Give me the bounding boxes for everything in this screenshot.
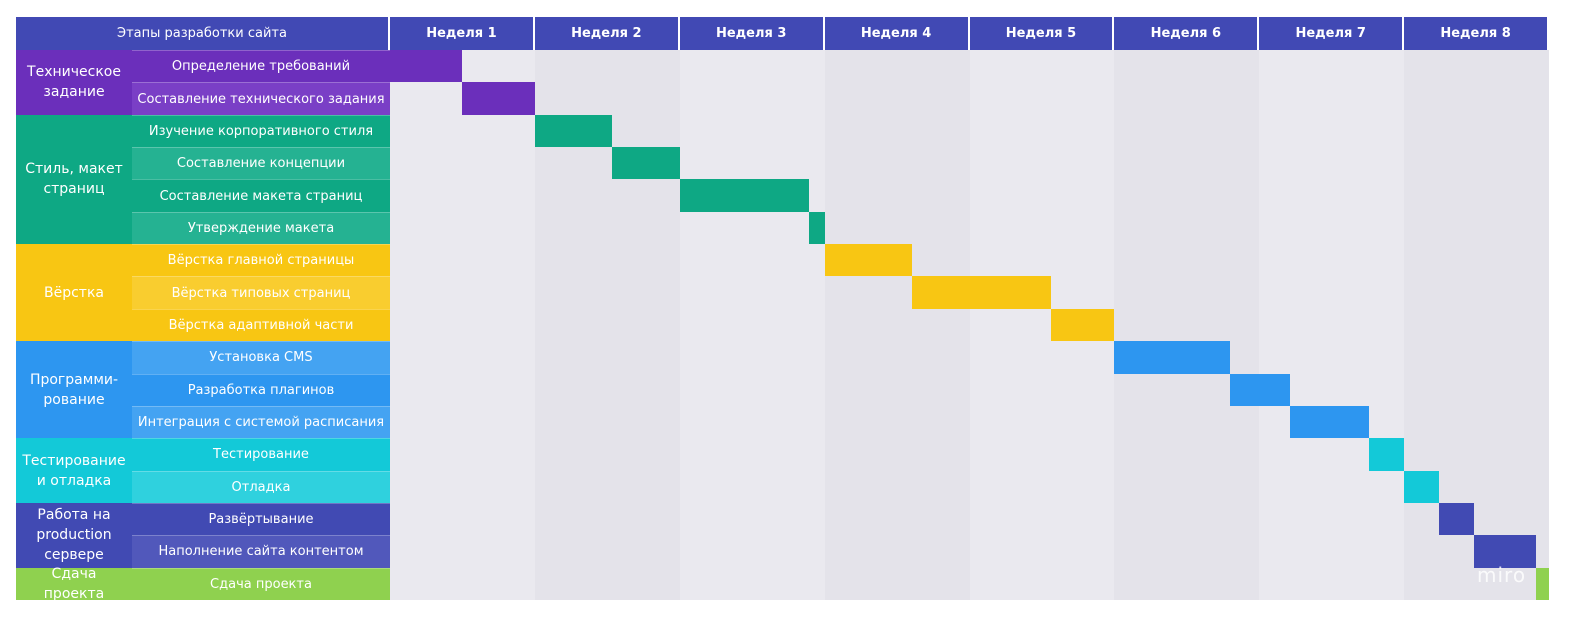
week-column-1 [390,50,535,600]
week-header-5: Неделя 5 [969,17,1115,50]
week-column-7 [1259,50,1405,600]
task-label: Вёрстка главной страницы [132,244,390,277]
week-column-3 [679,50,825,600]
gantt-chart: Этапы разработки сайта Неделя 1 Неделя 2Н… [16,17,1549,602]
group-label: Работа на production сервере [16,502,132,568]
task-bar [1289,405,1370,439]
task-label: Составление концепции [132,147,390,180]
task-label: Установка CMS [132,341,390,374]
group-label: Техническое задание [16,50,132,115]
week-header-3: Неделя 3 [679,17,825,50]
task-label: Изучение корпоративного стиля [132,114,390,148]
group-label: Тестирование и отладка [16,438,132,503]
group-label: Сдача проекта [16,566,132,602]
task-label: Вёрстка адаптивной части [132,308,390,342]
task-label: Интеграция с системой расписания [132,405,390,439]
task-label: Отладка [132,470,390,503]
week-column-8 [1404,50,1549,600]
group-label: Программи-рование [16,341,132,439]
task-label: Определение требований [132,50,390,83]
task-bar [462,82,535,115]
miro-watermark: miro [1477,563,1527,587]
task-bar [611,147,680,180]
task-bar [1050,308,1115,342]
task-label: Развёртывание [132,502,390,536]
task-bar [1230,373,1290,406]
task-bar [1438,502,1474,536]
task-label: Составление технического задания [132,82,390,115]
task-label: Наполнение сайта контентом [132,535,390,568]
task-bar [1535,567,1549,600]
task-label: Составление макета страниц [132,179,390,212]
group-label: Вёрстка [16,244,132,342]
week-header-6: Неделя 6 [1114,17,1260,50]
task-label: Утверждение макета [132,211,390,245]
stages-header: Этапы разработки сайта [16,17,390,50]
task-bar [824,244,912,277]
week-header-1: Неделя 1 [390,17,535,50]
task-bar [534,114,612,148]
task-bar [390,50,463,83]
task-bar [679,179,809,212]
week-header-4: Неделя 4 [824,17,970,50]
week-column-6 [1114,50,1260,600]
week-column-4 [824,50,970,600]
group-label: Стиль, макет страниц [16,114,132,245]
week-header-8: Неделя 8 [1404,17,1549,50]
week-header-2: Неделя 2 [534,17,680,50]
task-label: Тестирование [132,438,390,471]
week-header-7: Неделя 7 [1259,17,1405,50]
task-bar [1369,438,1405,471]
task-bar [911,276,1051,309]
task-bar [1114,341,1231,374]
task-bar [808,211,825,245]
task-label: Сдача проекта [132,567,390,600]
task-label: Разработка плагинов [132,373,390,406]
task-bar [1404,470,1439,503]
task-label: Вёрстка типовых страниц [132,276,390,309]
